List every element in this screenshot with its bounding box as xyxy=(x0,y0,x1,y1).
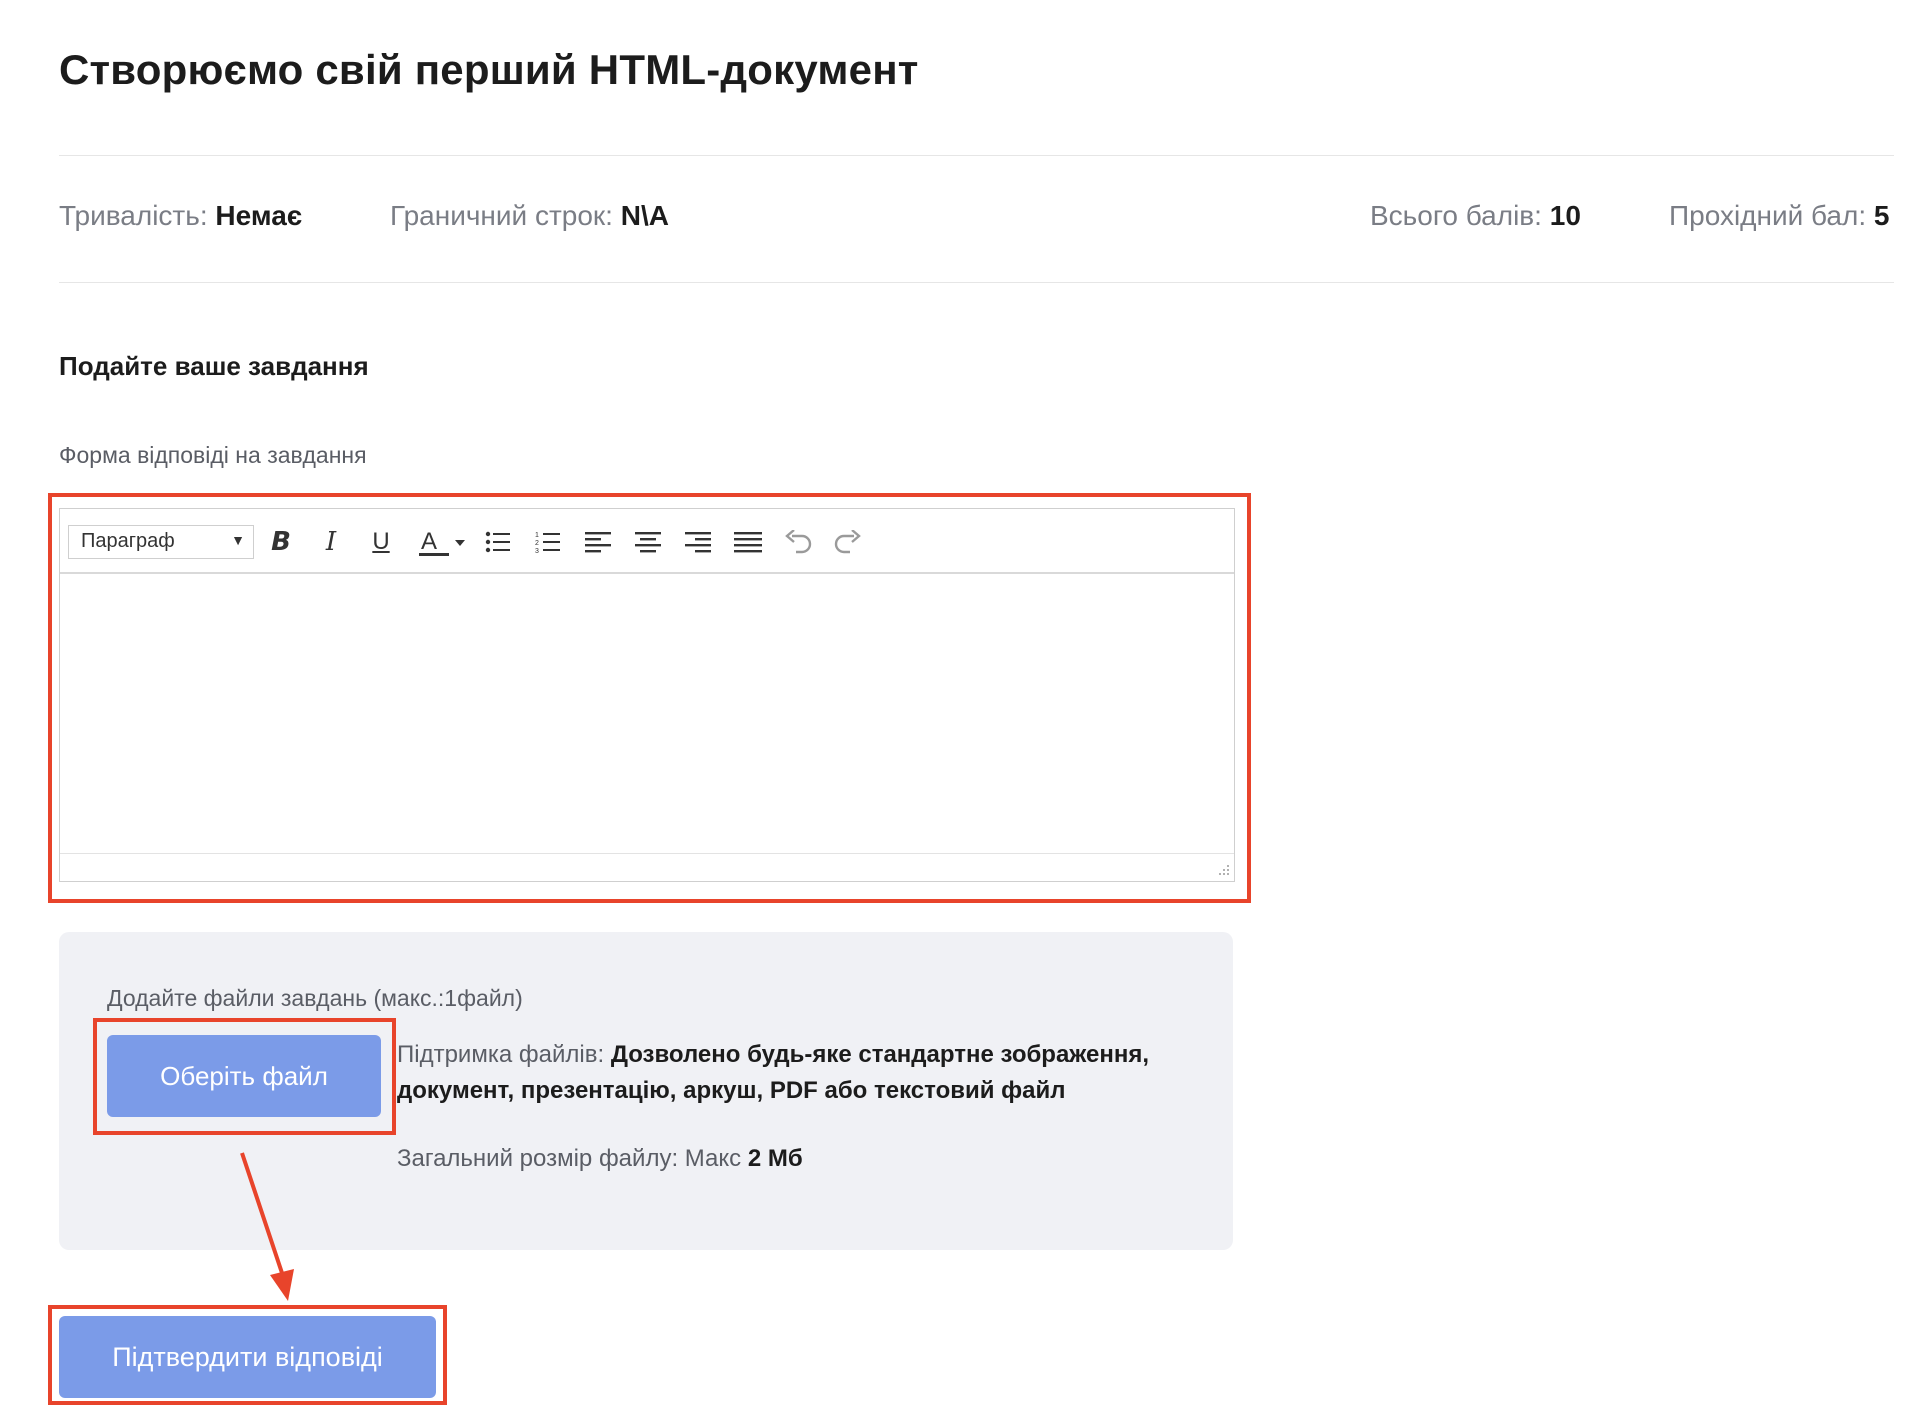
divider xyxy=(59,282,1894,283)
duration-meta: Тривалість: Немає xyxy=(59,200,302,232)
confirm-highlight-frame xyxy=(48,1305,447,1405)
passing-score-meta: Прохідний бал: 5 xyxy=(1669,200,1889,232)
total-points-meta: Всього балів: 10 xyxy=(1370,200,1581,232)
deadline-value: N\A xyxy=(620,200,669,231)
passing-score-value: 5 xyxy=(1873,200,1890,231)
total-points-label: Всього балів: xyxy=(1370,200,1542,231)
passing-score-label: Прохідний бал: xyxy=(1669,200,1867,231)
supported-files-label: Підтримка файлів: xyxy=(397,1041,605,1068)
upload-label: Додайте файли завдань (макс.:1файл) xyxy=(107,985,523,1011)
max-file-size-value: 2 Мб xyxy=(747,1145,803,1172)
deadline-label: Граничний строк: xyxy=(390,200,613,231)
total-points-value: 10 xyxy=(1549,200,1581,231)
answer-form-label: Форма відповіді на завдання xyxy=(59,442,367,468)
deadline-meta: Граничний строк: N\A xyxy=(390,200,669,232)
max-file-size-label: Загальний розмір файлу: Макс xyxy=(397,1145,742,1172)
page-title: Створюємо свій перший HTML-документ xyxy=(59,46,919,93)
max-file-size-text: Загальний розмір файлу: Макс 2 Мб xyxy=(397,1145,803,1173)
supported-files-text: Підтримка файлів: Дозволено будь-яке ста… xyxy=(397,1037,1197,1109)
duration-label: Тривалість: xyxy=(59,200,208,231)
section-title: Подайте ваше завдання xyxy=(59,351,369,381)
duration-value: Немає xyxy=(215,200,303,231)
editor-highlight-frame xyxy=(48,493,1251,903)
arrow-down-icon xyxy=(240,1152,294,1301)
choose-file-highlight-frame xyxy=(93,1018,396,1135)
divider xyxy=(59,155,1894,156)
